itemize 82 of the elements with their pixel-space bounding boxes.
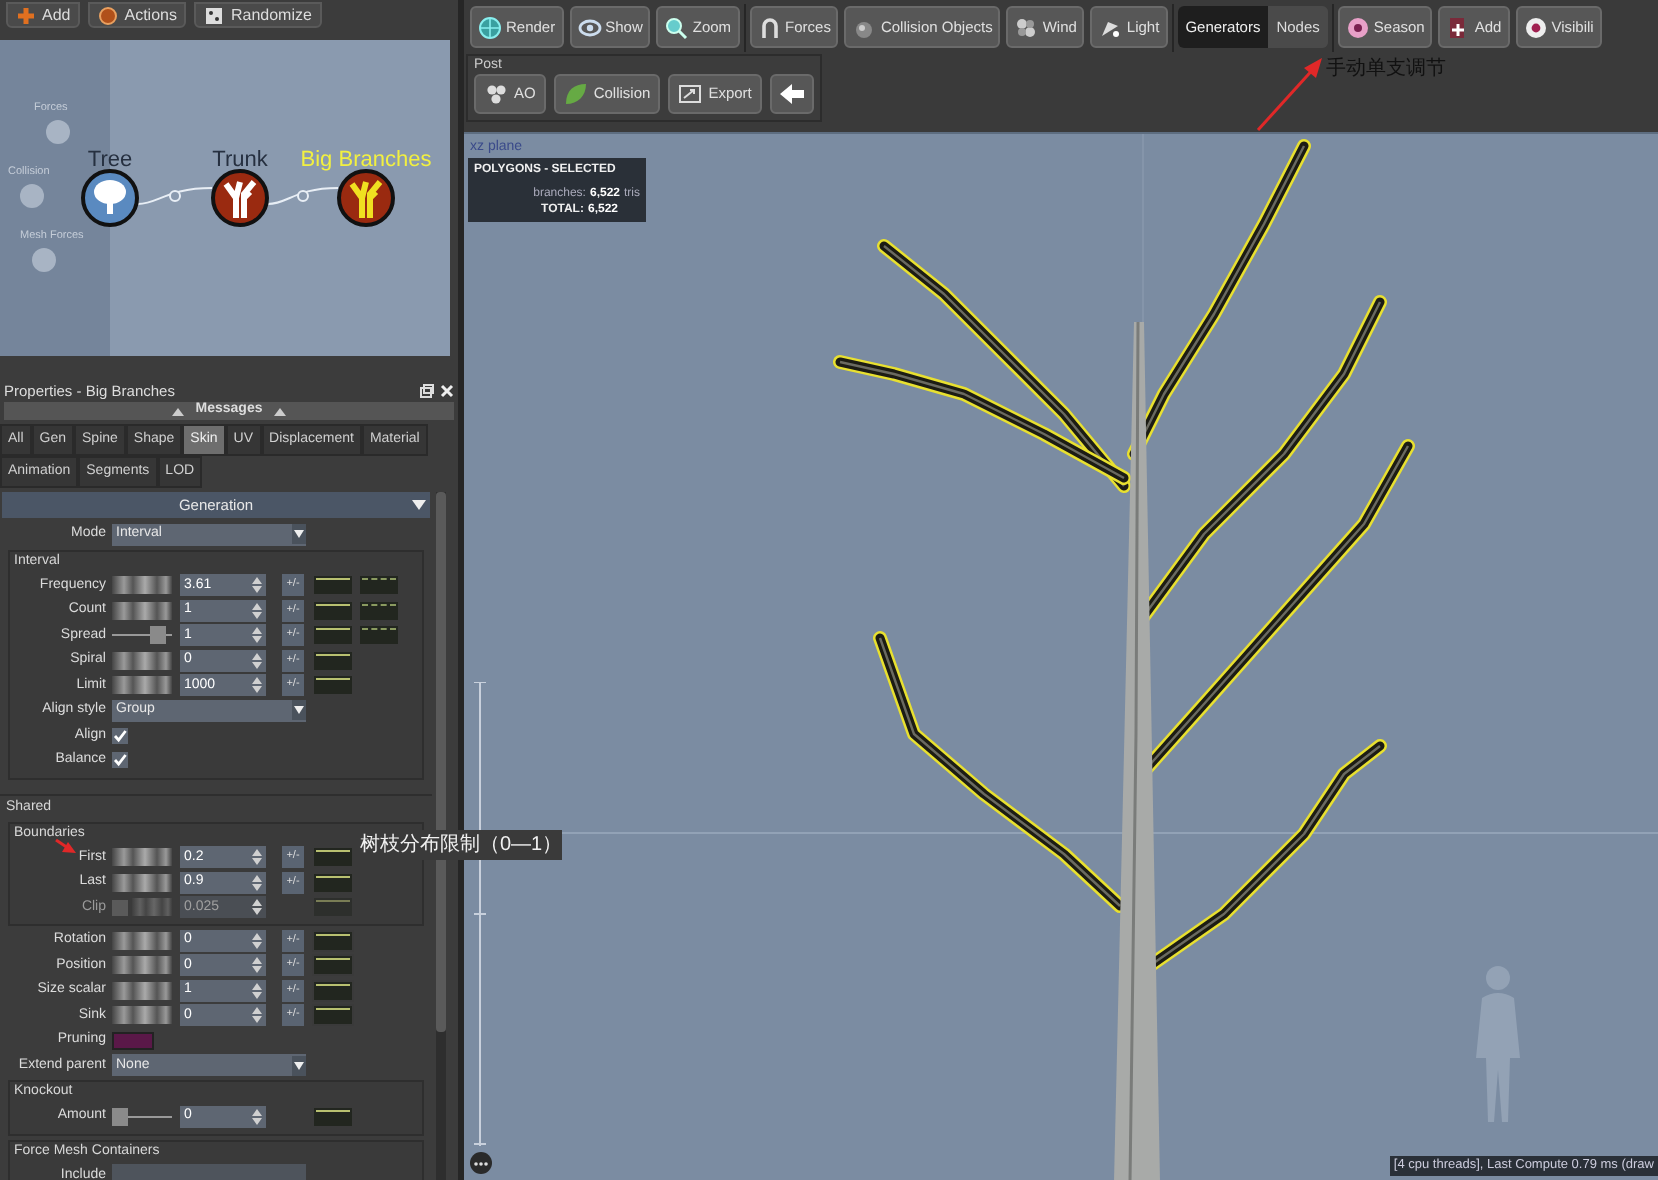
curve-editor[interactable] [312, 979, 354, 1002]
toolbar-button[interactable]: Actions [88, 2, 187, 28]
globe-icon [478, 15, 502, 39]
slider-thumb[interactable] [112, 1107, 128, 1126]
curve-editor[interactable] [312, 871, 354, 894]
force-icon [42, 116, 74, 148]
curve-editor[interactable] [312, 1105, 354, 1128]
dropdown-arrow-icon [292, 1055, 306, 1076]
value-wheel[interactable] [112, 1006, 172, 1025]
curve-editor[interactable] [312, 649, 354, 672]
branch-node-icon[interactable] [336, 168, 396, 228]
fan-icon [1014, 15, 1039, 39]
dropdown-icon [412, 500, 426, 510]
restore-icon [420, 384, 434, 398]
curve-editor[interactable] [312, 574, 354, 597]
magnet-icon [757, 15, 782, 39]
curve-editor[interactable] [312, 599, 354, 622]
force-icon [28, 244, 60, 276]
slider-track[interactable] [112, 626, 172, 645]
spinner-icon [252, 1006, 262, 1025]
spinner-icon [252, 1107, 262, 1126]
branch-node-icon[interactable] [210, 168, 270, 228]
force-icon [16, 180, 48, 212]
curve-editor[interactable] [312, 929, 354, 952]
spinner-icon [252, 848, 262, 867]
search-icon [664, 15, 689, 39]
dropdown-arrow-icon [292, 524, 306, 545]
spinner-icon [252, 601, 262, 620]
spinner-icon [252, 576, 262, 595]
checkbox[interactable] [112, 727, 128, 744]
spinner-icon [252, 981, 262, 1000]
spinner-icon [252, 626, 262, 645]
arrow-icon [1254, 54, 1326, 134]
value-wheel[interactable] [112, 676, 172, 695]
dice-icon [204, 5, 225, 25]
value-wheel[interactable] [112, 981, 172, 1000]
color-swatch[interactable] [112, 1031, 154, 1050]
value-wheel[interactable] [112, 848, 172, 867]
leaf-icon [563, 82, 588, 106]
curve-editor[interactable] [358, 574, 400, 597]
close-icon [440, 384, 454, 398]
dropdown-arrow-icon [292, 700, 306, 721]
curve-editor[interactable] [358, 599, 400, 622]
triangle-icon [171, 407, 184, 415]
node-label: Trunk [212, 146, 268, 176]
value-wheel[interactable] [112, 931, 172, 950]
checkbox[interactable] [112, 752, 128, 769]
spinner-icon [252, 651, 262, 670]
curve-editor[interactable] [312, 674, 354, 697]
curve-editor[interactable] [358, 624, 400, 647]
spinner-icon [252, 676, 262, 695]
arrow-icon [54, 838, 78, 854]
spinner-icon [252, 898, 262, 917]
spinner-icon [252, 873, 262, 892]
spinner-icon [252, 931, 262, 950]
plus-icon [16, 5, 36, 25]
dots-icon [484, 82, 508, 106]
slider-thumb[interactable] [149, 626, 166, 645]
circle-icon [98, 5, 119, 25]
toolbar-button[interactable]: Randomize [194, 2, 322, 28]
curve-editor[interactable] [312, 1004, 354, 1027]
value-wheel[interactable] [112, 576, 172, 595]
value-wheel[interactable] [112, 956, 172, 975]
back-button[interactable] [769, 74, 814, 114]
left-arrow-icon [779, 84, 804, 104]
toolbar-button[interactable]: Add [6, 2, 81, 28]
spinner-icon [252, 956, 262, 975]
value-wheel[interactable] [112, 651, 172, 670]
triangle-icon [274, 407, 287, 415]
export-icon [678, 82, 703, 106]
tree-node-icon[interactable] [80, 168, 140, 228]
node-label: Tree [87, 146, 133, 176]
menu-button[interactable] [470, 1152, 492, 1174]
curve-editor[interactable] [312, 846, 354, 869]
value-wheel[interactable] [112, 601, 172, 620]
node-label: Big Branches [300, 146, 432, 176]
curve-editor[interactable] [312, 954, 354, 977]
curve-editor[interactable] [312, 624, 354, 647]
input-field[interactable] [112, 1164, 306, 1180]
value-wheel[interactable] [112, 873, 172, 892]
annotation-text: 树枝分布限制（0—1） [360, 830, 563, 860]
slider-track[interactable] [112, 1107, 172, 1126]
